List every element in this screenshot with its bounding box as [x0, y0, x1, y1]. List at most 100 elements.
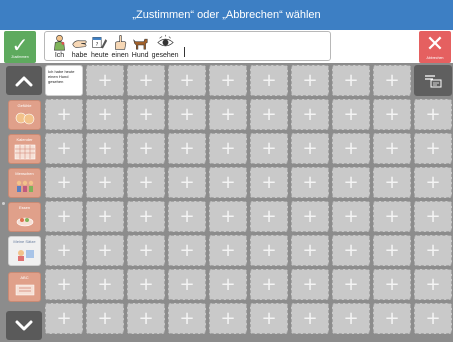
- confirm-button[interactable]: ✓ Zustimmen: [4, 31, 36, 63]
- empty-grid-cell[interactable]: +: [291, 133, 329, 164]
- empty-grid-cell[interactable]: +: [45, 201, 83, 232]
- empty-grid-cell[interactable]: +: [291, 235, 329, 266]
- empty-grid-cell[interactable]: +: [373, 269, 411, 300]
- empty-grid-cell[interactable]: +: [168, 133, 206, 164]
- empty-grid-cell[interactable]: +: [127, 133, 165, 164]
- sentence-word[interactable]: ? heute: [91, 34, 109, 59]
- empty-grid-cell[interactable]: +: [250, 235, 288, 266]
- empty-grid-cell[interactable]: +: [86, 167, 124, 198]
- empty-grid-cell[interactable]: +: [209, 167, 247, 198]
- category-button[interactable]: ABC: [8, 272, 41, 302]
- empty-grid-cell[interactable]: +: [332, 167, 370, 198]
- empty-grid-cell[interactable]: +: [127, 269, 165, 300]
- empty-grid-cell[interactable]: +: [332, 235, 370, 266]
- empty-grid-cell[interactable]: +: [209, 133, 247, 164]
- empty-grid-cell[interactable]: +: [127, 167, 165, 198]
- empty-grid-cell[interactable]: +: [127, 65, 165, 96]
- empty-grid-cell[interactable]: +: [45, 235, 83, 266]
- empty-grid-cell[interactable]: +: [250, 167, 288, 198]
- plus-icon: +: [97, 308, 113, 329]
- empty-grid-cell[interactable]: +: [291, 65, 329, 96]
- plus-icon: +: [138, 274, 154, 295]
- empty-grid-cell[interactable]: +: [373, 99, 411, 130]
- empty-grid-cell[interactable]: +: [168, 167, 206, 198]
- empty-grid-cell[interactable]: +: [373, 235, 411, 266]
- empty-grid-cell[interactable]: +: [414, 303, 452, 334]
- sentence-bar[interactable]: Ich habe ? heute einen Hund gesehen: [44, 31, 331, 61]
- empty-grid-cell[interactable]: +: [250, 201, 288, 232]
- empty-grid-cell[interactable]: +: [209, 99, 247, 130]
- empty-grid-cell[interactable]: +: [332, 133, 370, 164]
- plus-icon: +: [343, 138, 359, 159]
- empty-grid-cell[interactable]: +: [250, 303, 288, 334]
- empty-grid-cell[interactable]: +: [168, 235, 206, 266]
- empty-grid-cell[interactable]: +: [291, 303, 329, 334]
- empty-grid-cell[interactable]: +: [414, 235, 452, 266]
- empty-grid-cell[interactable]: +: [45, 303, 83, 334]
- empty-grid-cell[interactable]: +: [45, 99, 83, 130]
- category-button[interactable]: Gefühle: [8, 100, 41, 130]
- empty-grid-cell[interactable]: +: [373, 201, 411, 232]
- scroll-down-button[interactable]: [6, 311, 42, 340]
- empty-grid-cell[interactable]: +: [332, 269, 370, 300]
- empty-grid-cell[interactable]: +: [373, 65, 411, 96]
- category-button[interactable]: Kalender: [8, 134, 41, 164]
- scroll-up-button[interactable]: [6, 66, 42, 95]
- category-button[interactable]: Meine Sätze: [8, 236, 41, 266]
- sentence-word[interactable]: Ich: [51, 34, 68, 59]
- empty-grid-cell[interactable]: +: [414, 167, 452, 198]
- empty-grid-cell[interactable]: +: [127, 303, 165, 334]
- empty-grid-cell[interactable]: +: [332, 303, 370, 334]
- empty-grid-cell[interactable]: +: [168, 201, 206, 232]
- empty-grid-cell[interactable]: +: [250, 65, 288, 96]
- sentence-word[interactable]: einen: [112, 34, 129, 59]
- empty-grid-cell[interactable]: +: [250, 133, 288, 164]
- empty-grid-cell[interactable]: +: [291, 99, 329, 130]
- empty-grid-cell[interactable]: +: [332, 99, 370, 130]
- empty-grid-cell[interactable]: +: [86, 133, 124, 164]
- empty-grid-cell[interactable]: +: [373, 133, 411, 164]
- empty-grid-cell[interactable]: +: [168, 65, 206, 96]
- empty-grid-cell[interactable]: +: [373, 167, 411, 198]
- empty-grid-cell[interactable]: +: [291, 269, 329, 300]
- empty-grid-cell[interactable]: +: [168, 99, 206, 130]
- empty-grid-cell[interactable]: +: [45, 133, 83, 164]
- empty-grid-cell[interactable]: +: [414, 99, 452, 130]
- empty-grid-cell[interactable]: +: [209, 235, 247, 266]
- empty-grid-cell[interactable]: +: [250, 269, 288, 300]
- sentence-word[interactable]: habe: [71, 34, 88, 59]
- empty-grid-cell[interactable]: +: [168, 269, 206, 300]
- empty-grid-cell[interactable]: +: [414, 201, 452, 232]
- empty-grid-cell[interactable]: +: [414, 269, 452, 300]
- empty-grid-cell[interactable]: +: [209, 65, 247, 96]
- empty-grid-cell[interactable]: +: [45, 167, 83, 198]
- empty-grid-cell[interactable]: +: [373, 303, 411, 334]
- empty-grid-cell[interactable]: +: [209, 269, 247, 300]
- empty-grid-cell[interactable]: +: [250, 99, 288, 130]
- sentence-word[interactable]: Hund: [132, 34, 149, 59]
- saved-sentence-cell[interactable]: Ich habe heute einen Hund gesehen: [45, 65, 83, 96]
- cancel-button[interactable]: ✕ Abbrechen: [419, 31, 451, 63]
- empty-grid-cell[interactable]: +: [86, 269, 124, 300]
- empty-grid-cell[interactable]: +: [86, 65, 124, 96]
- empty-grid-cell[interactable]: +: [209, 303, 247, 334]
- empty-grid-cell[interactable]: +: [86, 235, 124, 266]
- empty-grid-cell[interactable]: +: [332, 201, 370, 232]
- category-button[interactable]: Essen: [8, 202, 41, 232]
- empty-grid-cell[interactable]: +: [332, 65, 370, 96]
- empty-grid-cell[interactable]: +: [168, 303, 206, 334]
- empty-grid-cell[interactable]: +: [127, 235, 165, 266]
- edit-list-button[interactable]: [414, 65, 452, 96]
- empty-grid-cell[interactable]: +: [86, 99, 124, 130]
- empty-grid-cell[interactable]: +: [291, 201, 329, 232]
- sentence-word[interactable]: gesehen: [152, 34, 179, 59]
- empty-grid-cell[interactable]: +: [45, 269, 83, 300]
- empty-grid-cell[interactable]: +: [209, 201, 247, 232]
- empty-grid-cell[interactable]: +: [127, 201, 165, 232]
- empty-grid-cell[interactable]: +: [86, 201, 124, 232]
- empty-grid-cell[interactable]: +: [127, 99, 165, 130]
- category-button[interactable]: Menschen: [8, 168, 41, 198]
- empty-grid-cell[interactable]: +: [291, 167, 329, 198]
- empty-grid-cell[interactable]: +: [86, 303, 124, 334]
- empty-grid-cell[interactable]: +: [414, 133, 452, 164]
